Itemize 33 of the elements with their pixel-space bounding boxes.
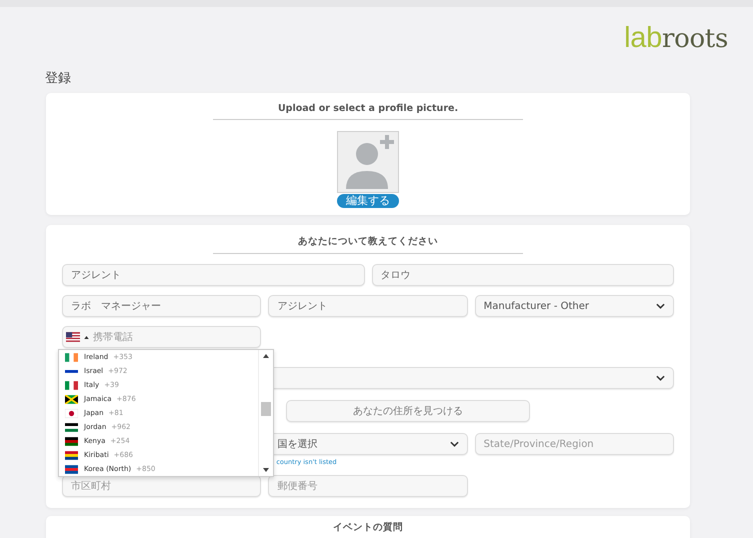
postal-code-field[interactable]: 郵便番号 — [268, 475, 468, 497]
flag-icon — [65, 436, 78, 446]
page-title: 登録 — [45, 70, 72, 87]
flag-icon — [65, 464, 78, 474]
caret-up-icon — [84, 336, 89, 338]
flag-icon — [66, 332, 80, 342]
last-name-field[interactable]: タロウ — [372, 264, 674, 286]
logo-text: roots — [662, 24, 728, 54]
job-title-field[interactable]: ラボ マネージャー — [62, 295, 262, 317]
logo-text: lab — [624, 22, 662, 54]
section-heading: イベントの質問 — [332, 520, 404, 535]
state-field[interactable]: State/Province/Region — [474, 433, 674, 455]
scrollbar-thumb[interactable] — [261, 402, 271, 416]
city-field[interactable]: 市区町村 — [62, 475, 262, 497]
edit-button[interactable]: 編集する — [337, 194, 399, 208]
chevron-down-icon — [656, 375, 665, 381]
flag-icon — [65, 394, 78, 404]
flag-icon — [65, 380, 78, 390]
industry-select[interactable]: Manufacturer - Other — [474, 295, 674, 317]
flag-icon — [65, 352, 78, 362]
scroll-up-icon[interactable] — [263, 354, 269, 358]
flag-icon — [65, 422, 78, 432]
company-field[interactable]: アジレント — [268, 295, 468, 317]
section-heading: あなたについて教えてください — [213, 225, 523, 254]
scroll-down-icon[interactable] — [263, 468, 269, 472]
chevron-down-icon — [656, 303, 665, 309]
flag-icon — [65, 408, 78, 418]
first-name-field[interactable]: アジレント — [62, 264, 364, 286]
chevron-down-icon — [450, 441, 459, 447]
avatar-placeholder-icon[interactable] — [337, 131, 399, 193]
find-address-button[interactable]: あなたの住所を見つける — [286, 400, 530, 422]
section-heading: Upload or select a profile picture. — [213, 93, 523, 120]
flag-icon — [65, 450, 78, 460]
